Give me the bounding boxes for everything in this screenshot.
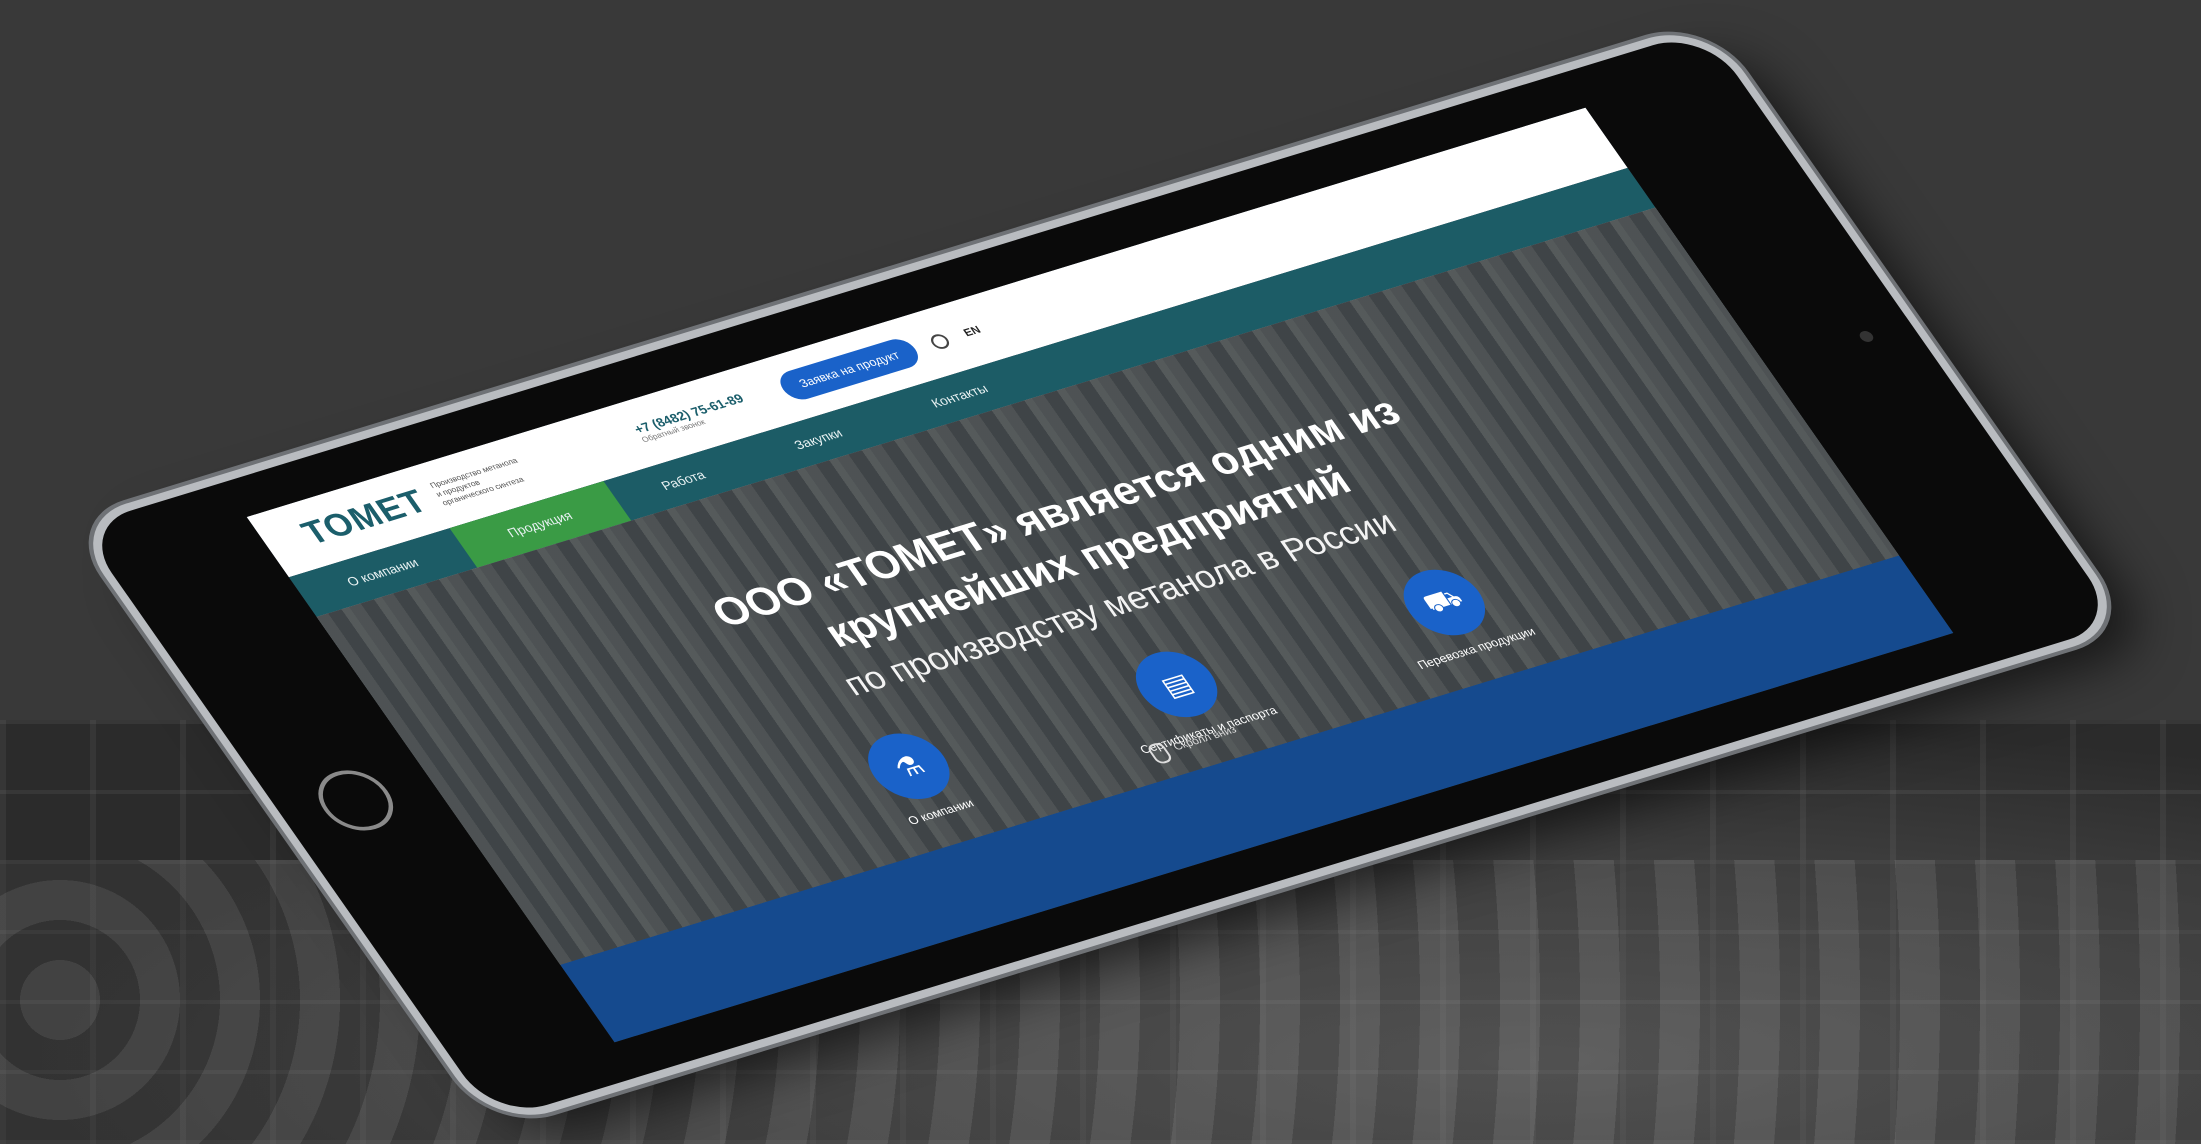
- flask-icon: ⚗: [852, 724, 965, 808]
- language-switch[interactable]: EN: [962, 324, 984, 339]
- feature-card-shipping[interactable]: ⛟ Перевозка продукции: [1327, 542, 1576, 683]
- home-button[interactable]: [304, 762, 408, 839]
- feature-card-about[interactable]: ⚗ О компании: [791, 706, 1040, 847]
- site-tagline: Производство метанола и продуктов органи…: [428, 456, 526, 508]
- search-icon[interactable]: [927, 332, 953, 351]
- camera-icon: [1857, 329, 1876, 344]
- truck-icon: ⛟: [1388, 560, 1501, 645]
- document-icon: ▤: [1120, 642, 1233, 726]
- phone-contact[interactable]: +7 (8482) 75-61-89 Обратный звонок: [631, 391, 752, 444]
